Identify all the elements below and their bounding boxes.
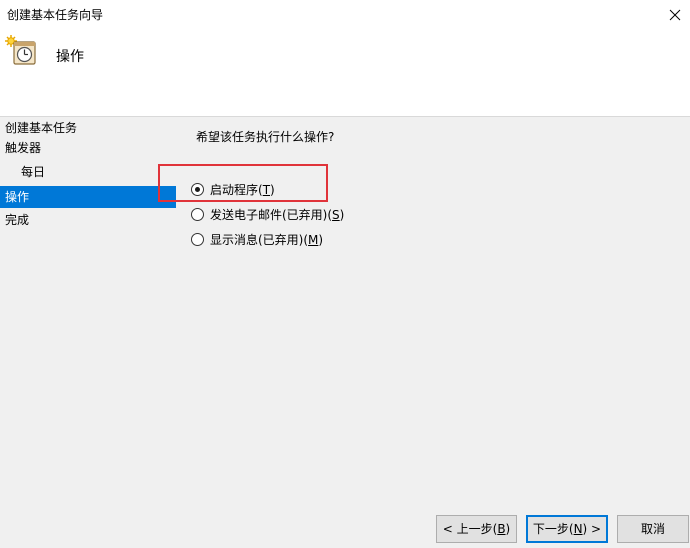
step-finish[interactable]: 完成 [0, 209, 176, 231]
close-icon [669, 9, 681, 21]
step-label: 创建基本任务 [5, 121, 78, 135]
step-trigger[interactable]: 触发器 [0, 137, 176, 159]
radio-button[interactable] [191, 208, 204, 221]
close-button[interactable] [660, 0, 690, 30]
step-label: 操作 [5, 190, 30, 204]
step-label: 触发器 [5, 141, 42, 155]
step-label: 每日 [21, 165, 46, 179]
task-clock-icon [5, 35, 36, 65]
back-button[interactable]: < 上一步(B) [436, 515, 517, 543]
step-daily[interactable]: 每日 [0, 161, 176, 183]
cancel-button[interactable]: 取消 [617, 515, 689, 543]
next-button[interactable]: 下一步(N) > [526, 515, 608, 543]
step-create-basic-task[interactable]: 创建基本任务 [0, 117, 176, 139]
window-title: 创建基本任务向导 [7, 8, 104, 22]
wizard-window: 创建基本任务向导 操作 创建基本任务 触发器 每日 操作 完成 希望该任务执行什… [0, 0, 690, 548]
radio-label: 显示消息(已弃用)(M) [210, 233, 324, 247]
annotation-highlight-box [158, 164, 328, 202]
step-label: 完成 [5, 213, 30, 227]
title-bar: 创建基本任务向导 [0, 0, 690, 30]
wizard-header: 操作 [0, 30, 690, 117]
radio-button[interactable] [191, 233, 204, 246]
action-question: 希望该任务执行什么操作? [196, 130, 335, 144]
step-action[interactable]: 操作 [0, 186, 176, 208]
radio-label: 发送电子邮件(已弃用)(S) [210, 208, 345, 222]
page-title: 操作 [56, 49, 84, 65]
